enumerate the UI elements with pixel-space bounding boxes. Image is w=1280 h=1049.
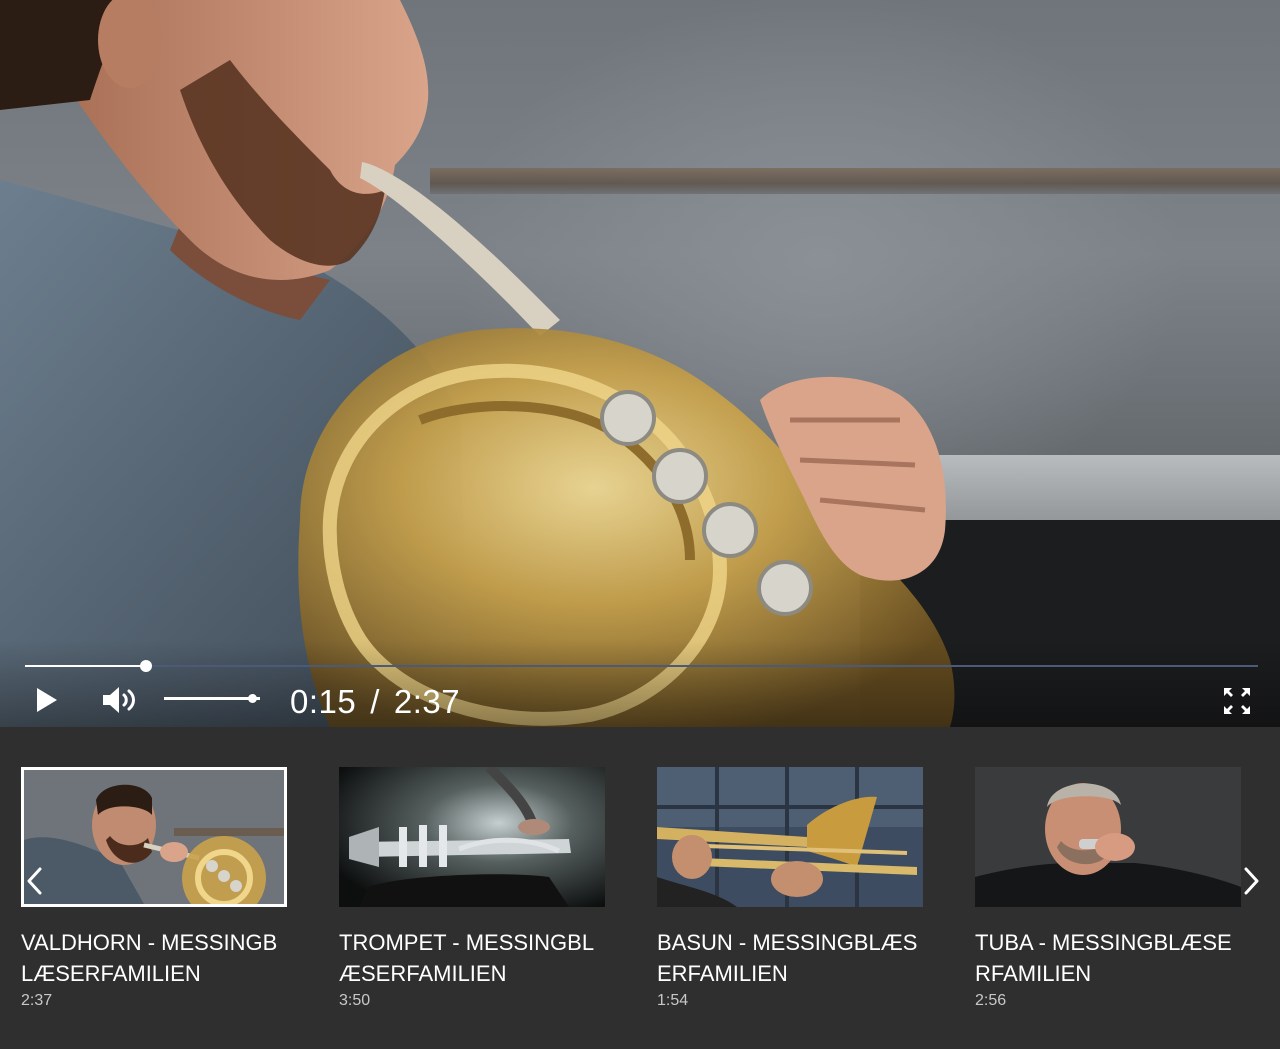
total-time: 2:37 bbox=[393, 683, 461, 720]
play-icon bbox=[37, 688, 57, 712]
volume-button[interactable] bbox=[100, 684, 140, 716]
item-duration: 3:50 bbox=[339, 992, 371, 1009]
item-title[interactable]: VALDHORN - MESSINGBLÆSERFAMILIEN bbox=[21, 927, 289, 989]
fullscreen-button[interactable] bbox=[1220, 684, 1254, 718]
chevron-right-icon bbox=[1244, 867, 1259, 895]
item-duration: 2:37 bbox=[21, 992, 53, 1009]
thumbnail-basun[interactable] bbox=[657, 767, 923, 907]
chevron-left-icon bbox=[27, 867, 42, 895]
thumbnail-tuba[interactable] bbox=[975, 767, 1241, 907]
playlist-prev-button[interactable] bbox=[22, 864, 48, 898]
time-separator: / bbox=[370, 683, 380, 720]
video-frame-hornist bbox=[0, 0, 955, 727]
playlist: VALDHORN - MESSINGBLÆSERFAMILIEN 2:37 TR… bbox=[0, 727, 1280, 1049]
playlist-next-button[interactable] bbox=[1238, 864, 1264, 898]
thumbnail-trompet[interactable] bbox=[339, 767, 605, 907]
playlist-item-basun[interactable]: BASUN - MESSINGBLÆSERFAMILIEN 1:54 bbox=[657, 767, 927, 1011]
playlist-item-tuba[interactable]: TUBA - MESSINGBLÆSERFAMILIEN 2:56 bbox=[975, 767, 1245, 1011]
controls-overlay bbox=[0, 640, 1280, 727]
item-title[interactable]: TROMPET - MESSINGBLÆSERFAMILIEN bbox=[339, 927, 607, 989]
fullscreen-icon bbox=[1224, 688, 1250, 714]
item-duration: 2:56 bbox=[975, 992, 1007, 1009]
thumbnail-image-tuba bbox=[975, 767, 1241, 907]
playlist-item-valdhorn[interactable]: VALDHORN - MESSINGBLÆSERFAMILIEN 2:37 bbox=[21, 767, 291, 1011]
seek-bar-played bbox=[25, 665, 146, 667]
volume-slider[interactable] bbox=[164, 694, 260, 703]
thumbnail-valdhorn[interactable] bbox=[21, 767, 287, 907]
item-title[interactable]: TUBA - MESSINGBLÆSERFAMILIEN bbox=[975, 927, 1243, 989]
video-player[interactable]: 0:15 / 2:37 bbox=[0, 0, 1280, 727]
thumbnail-image-trompet bbox=[339, 767, 605, 907]
volume-icon bbox=[103, 687, 135, 713]
play-button[interactable] bbox=[30, 684, 62, 716]
item-title[interactable]: BASUN - MESSINGBLÆSERFAMILIEN bbox=[657, 927, 925, 989]
current-time: 0:15 bbox=[290, 683, 357, 720]
playlist-item-trompet[interactable]: TROMPET - MESSINGBLÆSERFAMILIEN 3:50 bbox=[339, 767, 609, 1011]
seek-bar-handle[interactable] bbox=[139, 660, 152, 672]
timecode: 0:15 / 2:37 bbox=[290, 682, 460, 722]
item-duration: 1:54 bbox=[657, 992, 689, 1009]
seek-bar[interactable] bbox=[25, 660, 1258, 672]
thumbnail-image-valdhorn bbox=[24, 770, 284, 904]
thumbnail-image-basun bbox=[657, 767, 923, 907]
